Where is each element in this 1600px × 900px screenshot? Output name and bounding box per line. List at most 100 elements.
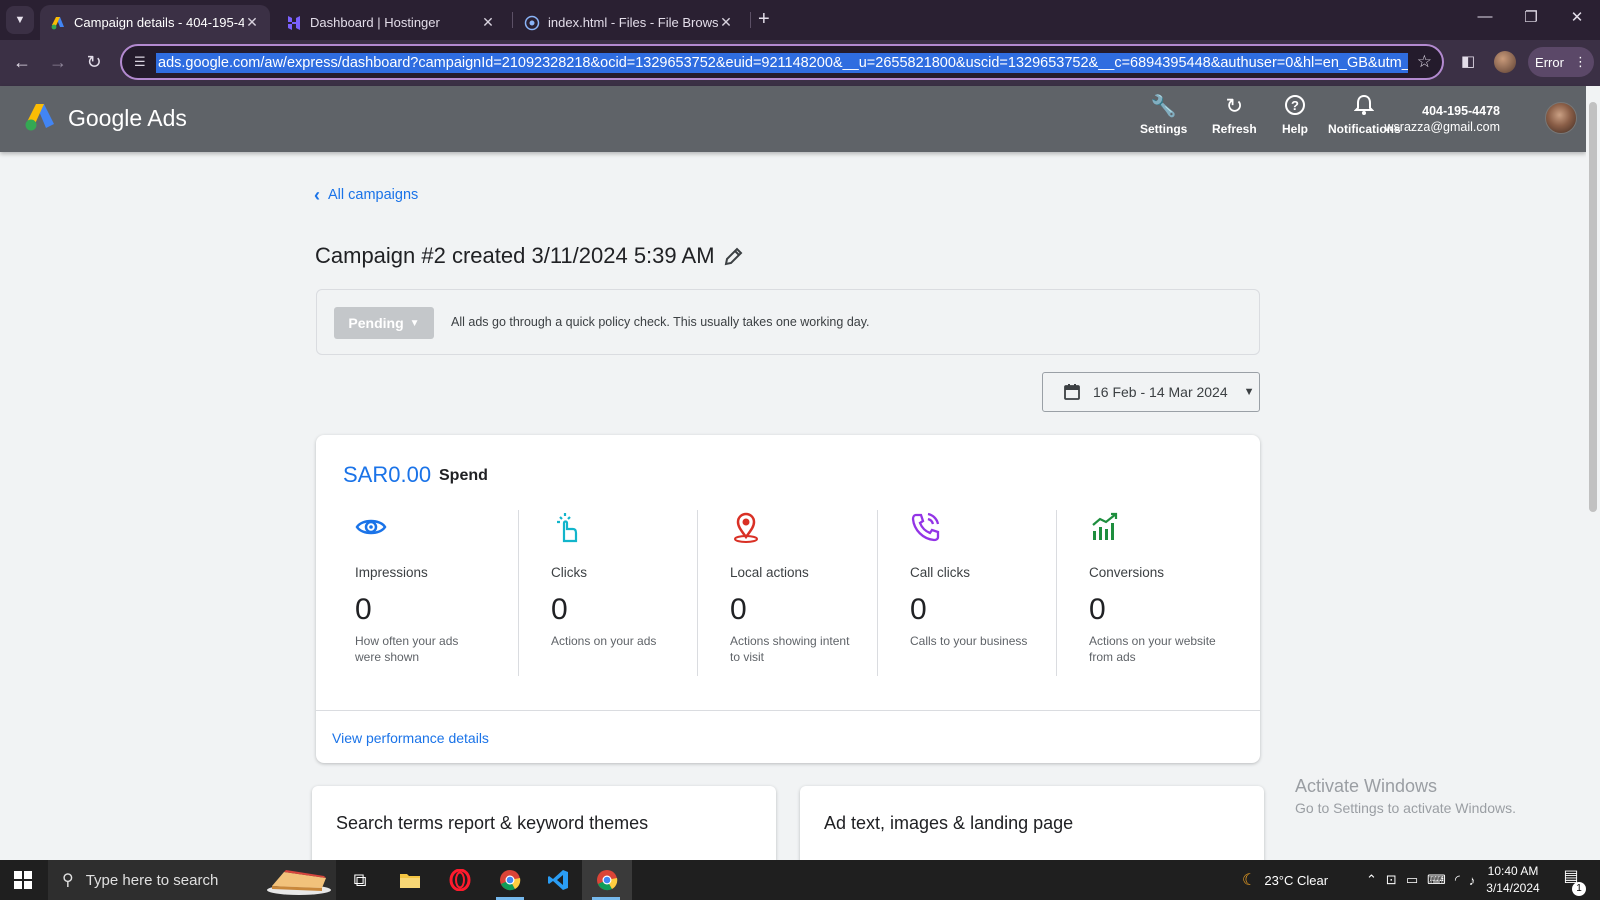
minimize-button[interactable]: — [1473,8,1497,25]
tab-hostinger[interactable]: Dashboard | Hostinger ✕ [276,5,506,40]
metric-name: Impressions [355,565,428,580]
vscode-button[interactable] [534,860,582,900]
touch-keyboard-icon[interactable]: ⌨ [1427,872,1446,888]
more-vert-icon: ⋮ [1573,54,1587,69]
error-menu-button[interactable]: Error ⋮ [1528,47,1594,77]
task-view-icon: ⧉ [353,869,367,890]
settings-button[interactable]: 🔧 Settings [1140,94,1187,136]
help-button[interactable]: ? Help [1282,94,1308,136]
forward-button[interactable]: → [47,52,69,72]
tab-search-button[interactable]: ▼ [6,6,34,34]
caret-down-icon: ▼ [1243,386,1255,398]
date-range-picker[interactable]: 16 Feb - 14 Mar 2024 ▼ [1042,372,1260,412]
tab-file-browser[interactable]: index.html - Files - File Browser ✕ [514,5,744,40]
weather-widget[interactable]: ☾ 23°C Clear [1242,860,1328,900]
metric-divider [518,510,519,676]
restore-button[interactable]: ❐ [1519,8,1543,26]
volume-icon[interactable]: ♪ [1469,873,1476,888]
chevron-down-icon: ▼ [14,14,26,26]
account-email: wsrazza@gmail.com [1384,120,1501,134]
chrome-icon [500,870,521,891]
windows-taskbar: ⚲ Type here to search ⧉ ☾ 23°C Clear ⌃ ⊡… [0,860,1600,900]
chrome-profile-button[interactable] [486,860,534,900]
refresh-button[interactable]: ↻ Refresh [1212,94,1257,136]
metric-divider [877,510,878,676]
metric-value: 0 [910,593,927,626]
error-label: Error [1535,54,1564,70]
metric-value: 0 [551,593,568,626]
clock[interactable]: 10:40 AM 3/14/2024 [1478,863,1548,897]
search-terms-title: Search terms report & keyword themes [336,813,649,833]
search-placeholder: Type here to search [85,871,219,889]
chrome-active-button[interactable] [582,860,632,900]
ad-text-title: Ad text, images & landing page [824,813,1074,833]
metric-description: Actions on your ads [551,634,657,648]
all-campaigns-link[interactable]: ‹ All campaigns [314,185,418,205]
account-info[interactable]: 404-195-4478 wsrazza@gmail.com [1385,103,1501,135]
bell-icon [1353,94,1375,122]
view-performance-details-link[interactable]: View performance details [332,730,489,746]
close-tab-icon[interactable]: ✕ [718,14,734,31]
meet-now-icon[interactable]: ⊡ [1386,872,1397,888]
spend-label: Spend [439,467,488,484]
status-dropdown-button[interactable]: Pending ▼ [334,307,434,339]
metric-value: 0 [1089,593,1106,626]
tab-separator [512,12,513,28]
tab-title: Campaign details - 404-195-44 [74,15,244,30]
opera-button[interactable] [436,860,484,900]
globe-favicon-icon [524,15,540,30]
wifi-icon[interactable]: ◜ [1455,872,1460,888]
metric-name: Call clicks [910,565,971,580]
metric-name: Local actions [730,565,809,580]
url-text[interactable]: ads.google.com/aw/express/dashboard?camp… [156,53,1408,73]
windows-logo-icon [14,871,32,889]
reload-button[interactable]: ↻ [83,52,105,72]
date-range-label: 16 Feb - 14 Mar 2024 [1093,384,1228,400]
card-divider [316,710,1260,711]
site-info-icon[interactable]: ☰ [134,54,146,70]
weather-icon: ☾ [1242,872,1257,889]
ad-text-card[interactable]: Ad text, images & landing page [800,786,1264,866]
address-bar[interactable]: ☰ ads.google.com/aw/express/dashboard?ca… [120,44,1444,80]
browser-tab-bar: ▼ Campaign details - 404-195-44 ✕ Dashbo… [0,0,1600,40]
policy-status-banner: Pending ▼ All ads go through a quick pol… [316,289,1260,355]
search-terms-card[interactable]: Search terms report & keyword themes [312,786,776,866]
search-icon: ⚲ [62,872,74,889]
profile-avatar[interactable] [1494,51,1516,73]
metric-description: Actions on your website from ads [1089,634,1216,664]
google-ads-logo-icon [25,104,54,131]
chevron-left-icon: ‹ [314,185,320,205]
svg-text:?: ? [1291,98,1299,113]
battery-icon[interactable]: ▭ [1406,872,1418,888]
status-message: All ads go through a quick policy check.… [451,315,870,329]
file-explorer-button[interactable] [386,860,434,900]
clock-time: 10:40 AM [1487,864,1539,878]
metric-divider [1056,510,1057,676]
metric-name: Conversions [1089,565,1165,580]
new-tab-button[interactable]: + [758,8,770,30]
tab-campaign-details[interactable]: Campaign details - 404-195-44 ✕ [40,5,270,40]
edit-pencil-icon[interactable] [722,244,746,268]
scrollbar-thumb[interactable] [1589,102,1597,512]
page-scrollbar[interactable] [1586,86,1600,860]
close-tab-icon[interactable]: ✕ [480,14,496,31]
notification-count-badge: 1 [1572,882,1586,896]
google-ads-favicon-icon [51,16,64,29]
bookmark-star-icon[interactable]: ☆ [1417,52,1432,72]
activate-windows-watermark: Activate Windows Go to Settings to activ… [1295,776,1516,816]
back-button[interactable]: ← [11,52,33,72]
close-tab-icon[interactable]: ✕ [244,14,260,31]
close-window-button[interactable]: ✕ [1565,8,1589,26]
account-avatar[interactable] [1545,102,1577,134]
metric-value: 0 [730,593,747,626]
metric-description: Actions showing intent to visit [730,634,850,664]
side-panel-icon[interactable]: ◧ [1461,52,1475,70]
start-button[interactable] [0,860,46,900]
browser-toolbar: ← → ↻ ☰ ads.google.com/aw/express/dashbo… [0,40,1600,86]
tab-separator [750,12,751,28]
task-view-button[interactable]: ⧉ [336,860,384,900]
show-hidden-icons-icon[interactable]: ⌃ [1366,872,1377,888]
settings-label: Settings [1140,122,1188,136]
location-icon [734,512,758,543]
refresh-label: Refresh [1212,122,1257,136]
